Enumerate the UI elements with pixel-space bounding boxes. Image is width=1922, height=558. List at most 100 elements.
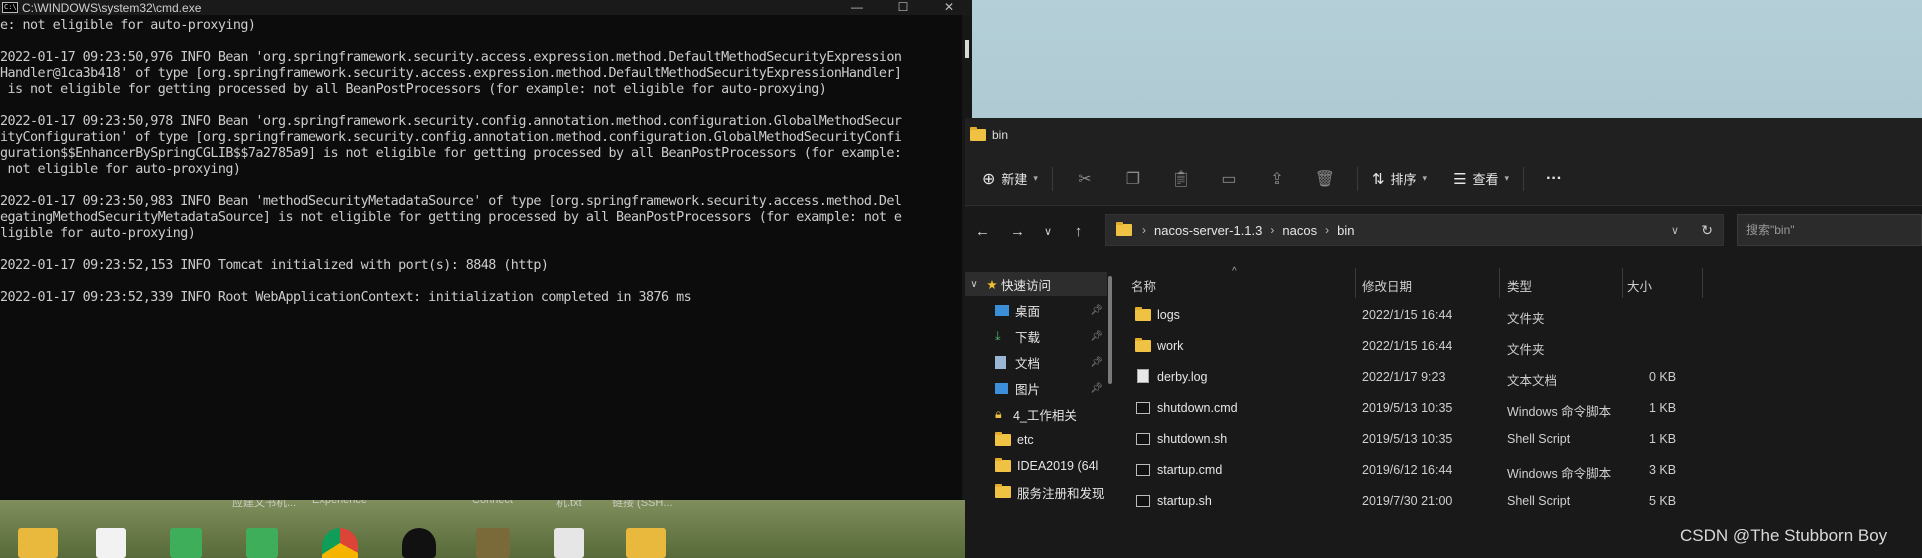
nav-item-downloads[interactable]: ⤓ 下载 📌︎ (965, 324, 1107, 348)
cmd-titlebar[interactable]: C:\ C:\WINDOWS\system32\cmd.exe — ☐ ✕ (0, 0, 972, 15)
nav-item-desktop[interactable]: 桌面 📌︎ (965, 298, 1107, 322)
column-divider[interactable] (1622, 268, 1623, 298)
refresh-icon[interactable]: ↻ (1701, 222, 1713, 239)
spreadsheet-icon[interactable] (170, 528, 202, 558)
nav-scrollbar[interactable] (1108, 276, 1112, 384)
paste-icon[interactable]: 📋︎ (1157, 169, 1205, 189)
console-line: ligible for auto-proxying) (0, 226, 196, 241)
explorer-titlebar[interactable]: bin (965, 118, 1922, 152)
folder-icon (1135, 307, 1151, 321)
scrollbar-thumb[interactable] (965, 40, 969, 58)
folder-icon (1135, 338, 1151, 352)
back-arrow-icon[interactable]: ← (965, 223, 1000, 240)
cmd-output[interactable]: e: not eligible for auto-proxying) 2022-… (0, 15, 958, 500)
cut-icon[interactable]: ✂ (1061, 169, 1109, 189)
qq-icon[interactable] (402, 528, 436, 558)
maximize-button[interactable]: ☐ (880, 0, 926, 15)
file-row[interactable]: shutdown.sh 2019/5/13 10:35 Shell Script… (1113, 424, 1922, 455)
watermark: CSDN @The Stubborn Boy (1680, 526, 1888, 545)
console-icon: C:\ (2, 2, 18, 13)
file-type: Shell Script (1507, 494, 1571, 508)
file-row[interactable]: derby.log 2022/1/17 9:23 文本文档 0 KB (1113, 362, 1922, 393)
folder-icon[interactable] (626, 528, 666, 558)
pin-icon[interactable]: 📌︎ (1090, 331, 1103, 342)
nav-label: IDEA2019 (64l (1017, 459, 1099, 473)
console-line: ityConfiguration' of type [org.springfra… (0, 130, 902, 145)
column-modified[interactable]: 修改日期 (1362, 276, 1412, 295)
address-bar[interactable]: › nacos-server-1.1.3 › nacos › bin ∨ ↻ (1105, 214, 1724, 246)
file-icon[interactable] (96, 528, 126, 558)
folder-icon (995, 458, 1011, 472)
nav-item-work[interactable]: 🔒︎ 4_工作相关 (965, 402, 1107, 426)
column-size[interactable]: 大小 (1627, 276, 1652, 295)
share-icon[interactable]: ⇪ (1253, 169, 1301, 189)
file-name: work (1157, 339, 1184, 353)
sort-button[interactable]: ⇅ 排序 ▾ (1372, 169, 1427, 188)
view-button[interactable]: ☰ 查看 ▾ (1453, 169, 1509, 188)
pin-icon[interactable]: 📌︎ (1090, 357, 1103, 368)
nav-label: 下载 (1015, 330, 1041, 345)
forward-arrow-icon[interactable]: → (1000, 223, 1035, 240)
picture-icon (995, 382, 1008, 394)
lock-folder-icon: 🔒︎ (995, 406, 1002, 421)
breadcrumb-item[interactable]: nacos-server-1.1.3 (1154, 223, 1262, 238)
console-line: not eligible for auto-proxying) (0, 162, 241, 177)
new-button[interactable]: ⊕ 新建 ▾ (982, 169, 1038, 189)
pin-icon[interactable]: 📌︎ (1090, 305, 1103, 316)
copy-icon[interactable]: ❐ (1109, 169, 1157, 189)
file-row[interactable]: startup.sh 2019/7/30 21:00 Shell Script … (1113, 486, 1922, 517)
chevron-down-icon[interactable]: ∨ (1671, 224, 1679, 237)
chevron-down-icon: ▾ (1422, 173, 1428, 183)
nav-item-etc[interactable]: etc (965, 428, 1107, 452)
close-button[interactable]: ✕ (926, 0, 972, 15)
file-type: Windows 命令脚本 (1507, 467, 1612, 481)
folder-icon (995, 484, 1011, 498)
more-options-button[interactable]: ··· (1546, 170, 1562, 188)
console-line: 2022-01-17 09:23:50,976 INFO Bean 'org.s… (0, 50, 902, 65)
file-modified: 2019/5/13 10:35 (1362, 432, 1453, 446)
file-row[interactable]: logs 2022/1/15 16:44 文件夹 (1113, 300, 1922, 331)
rename-icon[interactable]: ▭ (1205, 169, 1253, 189)
file-row[interactable]: shutdown.cmd 2019/5/13 10:35 Windows 命令脚… (1113, 393, 1922, 424)
column-divider[interactable] (1499, 268, 1500, 298)
column-divider[interactable] (1702, 268, 1703, 298)
minimize-button[interactable]: — (834, 0, 880, 15)
nav-item-documents[interactable]: 文档 📌︎ (965, 350, 1107, 374)
nav-item-idea2019[interactable]: IDEA2019 (64l (965, 454, 1107, 478)
sort-ascending-icon: ^ (1232, 266, 1237, 277)
file-name: startup.sh (1157, 494, 1212, 508)
file-row[interactable]: work 2022/1/15 16:44 文件夹 (1113, 331, 1922, 362)
column-name[interactable]: 名称 (1131, 276, 1156, 295)
file-icon[interactable] (554, 528, 584, 558)
folder-icon[interactable] (18, 528, 58, 558)
breadcrumb-item[interactable]: nacos (1282, 223, 1317, 238)
nav-item-service-registry[interactable]: 服务注册和发现 (965, 480, 1107, 504)
file-name: logs (1157, 308, 1180, 322)
breadcrumb-separator: › (1142, 223, 1146, 237)
file-name: startup.cmd (1157, 463, 1223, 477)
delete-icon[interactable]: 🗑︎ (1301, 169, 1349, 189)
chrome-icon[interactable] (322, 528, 358, 558)
file-row[interactable]: startup.cmd 2019/6/12 16:44 Windows 命令脚本… (1113, 455, 1922, 486)
breadcrumb-item[interactable]: bin (1337, 223, 1354, 238)
file-type: 文本文档 (1507, 374, 1558, 388)
spreadsheet-icon[interactable] (246, 528, 278, 558)
toolbar-divider (1051, 166, 1053, 191)
search-input[interactable]: 搜索"bin" (1737, 214, 1922, 246)
cmd-window[interactable]: C:\ C:\WINDOWS\system32\cmd.exe — ☐ ✕ e:… (0, 0, 972, 500)
archive-icon[interactable] (476, 528, 510, 558)
pin-icon[interactable]: 📌︎ (1090, 383, 1103, 394)
file-name: shutdown.cmd (1157, 401, 1238, 415)
file-explorer-window[interactable]: bin ⊕ 新建 ▾ ✂ ❐ 📋︎ ▭ ⇪ 🗑︎ ⇅ 排序 ▾ ☰ 查看 ▾ ·… (965, 118, 1922, 558)
nav-item-quick-access[interactable]: ∨ ★ 快速访问 (965, 272, 1107, 296)
up-arrow-icon[interactable]: ↑ (1061, 223, 1096, 240)
cmd-title: C:\WINDOWS\system32\cmd.exe (22, 0, 202, 15)
recent-locations-icon[interactable]: ∨ (1035, 225, 1061, 238)
file-size: 1 KB (1649, 432, 1677, 446)
column-divider[interactable] (1355, 268, 1356, 298)
column-type[interactable]: 类型 (1507, 276, 1532, 295)
download-icon: ⤓ (995, 328, 1001, 343)
nav-item-pictures[interactable]: 图片 📌︎ (965, 376, 1107, 400)
file-modified: 2022/1/15 16:44 (1362, 308, 1453, 322)
file-size: 1 KB (1649, 401, 1677, 415)
